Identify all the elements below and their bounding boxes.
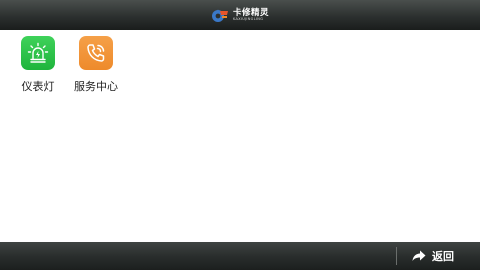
brand-subtitle: KAXIUJINGLING [232, 17, 264, 21]
share-arrow-icon [412, 250, 426, 261]
phone-call-icon [87, 44, 105, 62]
car-gear-logo-icon [211, 9, 228, 22]
app-icon-tile[interactable] [21, 36, 55, 70]
app-icon-tile[interactable] [79, 36, 113, 70]
app-service-center[interactable]: 服务中心 [74, 36, 118, 94]
dashboard-warning-light-icon [27, 42, 49, 63]
brand-logo: 卡修精灵 KAXIUJINGLING [211, 7, 269, 23]
app-label[interactable]: 仪表灯 [22, 78, 55, 94]
app-grid: 仪表灯 服务中心 [16, 36, 118, 94]
back-button[interactable]: 返回 [412, 242, 454, 270]
app-dashboard-lights[interactable]: 仪表灯 [16, 36, 60, 94]
back-label[interactable]: 返回 [432, 248, 454, 264]
brand-text: 卡修精灵 KAXIUJINGLING [232, 7, 269, 22]
divider [396, 247, 397, 265]
app-label[interactable]: 服务中心 [74, 78, 118, 94]
bottom-bar: 返回 [0, 242, 480, 270]
brand-name: 卡修精灵 [232, 7, 269, 18]
screen: 卡修精灵 KAXIUJINGLING 仪表灯 服务中心 返回 [0, 0, 480, 270]
top-bar: 卡修精灵 KAXIUJINGLING [0, 0, 480, 30]
